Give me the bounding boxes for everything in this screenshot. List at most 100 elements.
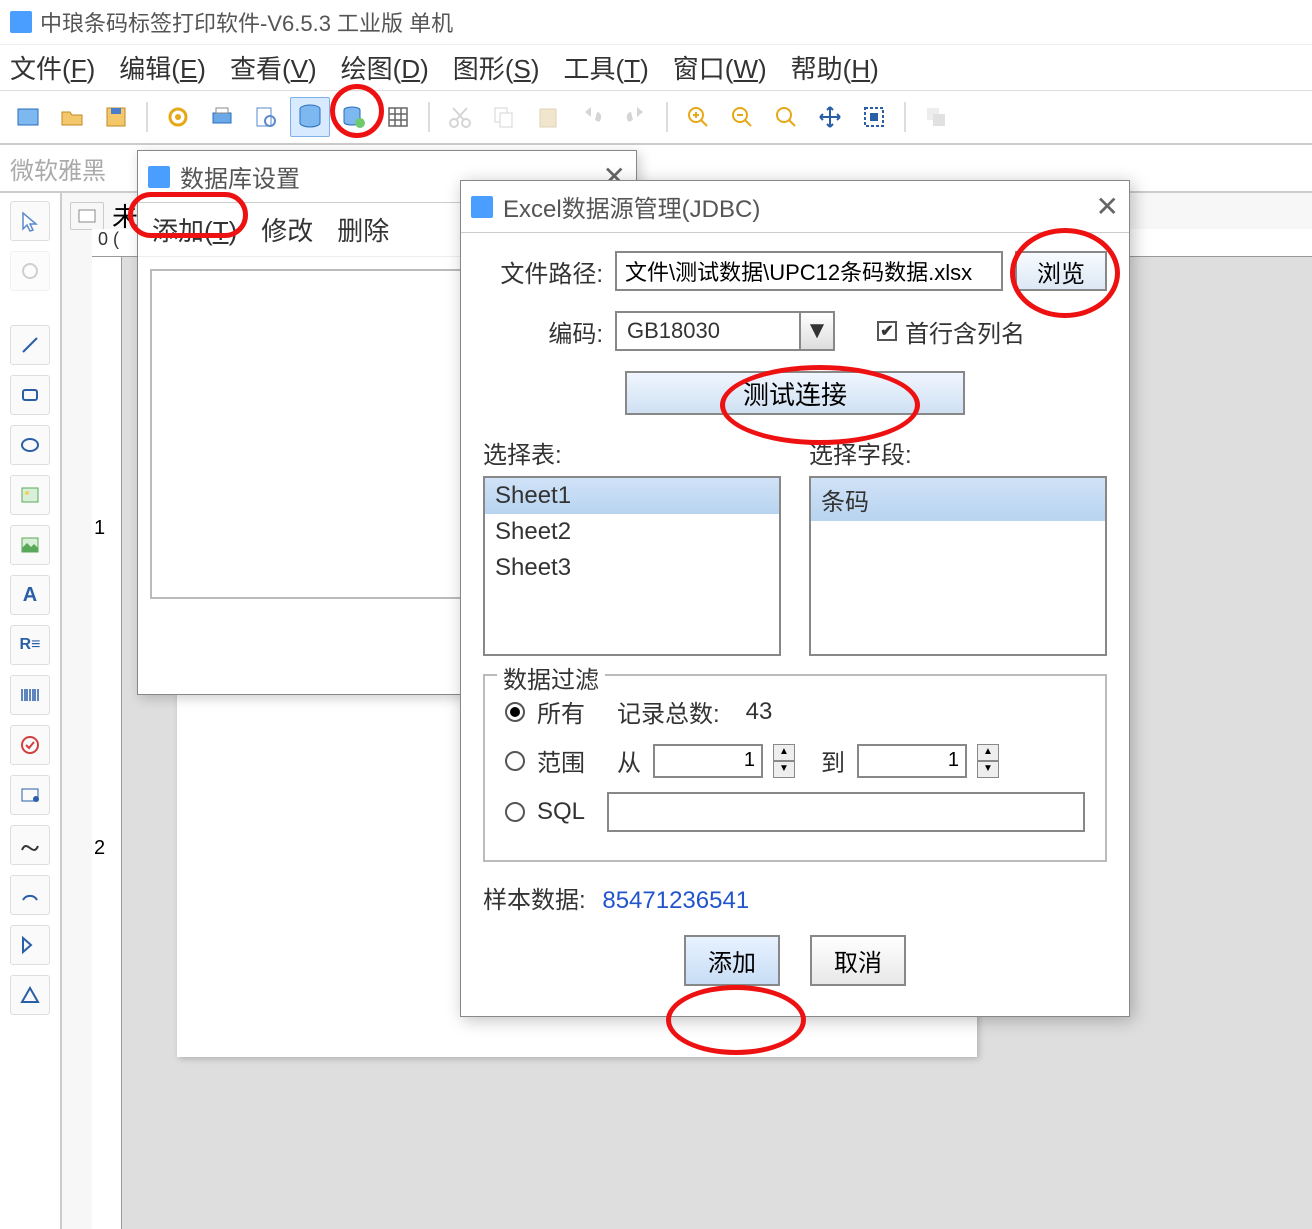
from-input[interactable]: [653, 744, 763, 778]
picture-tool-icon[interactable]: [10, 525, 50, 565]
list-item[interactable]: Sheet1: [485, 478, 779, 514]
list-item[interactable]: 条码: [811, 478, 1105, 521]
record-count-value: 43: [746, 698, 773, 726]
record-count-label: 记录总数:: [617, 694, 720, 729]
tab-icon[interactable]: [70, 202, 104, 230]
rect-tool-icon[interactable]: [10, 375, 50, 415]
db-add-button[interactable]: 添加(T): [152, 211, 237, 248]
richtext-tool-icon[interactable]: R≡: [10, 625, 50, 665]
to-label: 到: [821, 743, 845, 778]
rotate-tool-icon[interactable]: [10, 251, 50, 291]
excel-dialog-title: Excel数据源管理(JDBC): [503, 189, 760, 224]
redo-icon[interactable]: [616, 97, 656, 137]
filter-range-label: 范围: [537, 743, 585, 778]
excel-dialog-titlebar: Excel数据源管理(JDBC) ✕: [461, 181, 1129, 233]
excel-add-button[interactable]: 添加: [684, 935, 780, 986]
image-tool-icon[interactable]: [10, 475, 50, 515]
menu-help[interactable]: 帮助(H): [791, 49, 879, 86]
file-path-input[interactable]: [615, 251, 1003, 291]
app-icon: [10, 11, 32, 33]
line-tool-icon[interactable]: [10, 325, 50, 365]
menu-file[interactable]: 文件(F): [10, 49, 95, 86]
move-icon[interactable]: [810, 97, 850, 137]
open-icon[interactable]: [52, 97, 92, 137]
first-row-header-label: 首行含列名: [905, 314, 1025, 349]
encoding-select[interactable]: GB18030 ▼: [615, 311, 835, 351]
menu-draw[interactable]: 绘图(D): [341, 49, 429, 86]
table-listbox[interactable]: Sheet1 Sheet2 Sheet3: [483, 476, 781, 656]
filter-all-radio[interactable]: [505, 702, 525, 722]
main-toolbar: [0, 91, 1312, 145]
font-name-display[interactable]: 微软雅黑: [10, 151, 106, 186]
close-icon[interactable]: ✕: [1096, 190, 1119, 223]
dialog-icon: [148, 166, 170, 188]
sample-value: 85471236541: [602, 887, 749, 914]
menu-tool[interactable]: 工具(T): [564, 49, 649, 86]
file-path-label: 文件路径:: [483, 254, 603, 289]
table-tool-icon[interactable]: [10, 775, 50, 815]
curve-tool-icon[interactable]: [10, 825, 50, 865]
chevron-down-icon: ▼: [799, 313, 833, 349]
to-input[interactable]: [857, 744, 967, 778]
filter-legend: 数据过滤: [497, 660, 605, 695]
first-row-header-checkbox[interactable]: ✔: [877, 321, 897, 341]
filter-all-label: 所有: [537, 694, 585, 729]
paste-icon[interactable]: [528, 97, 568, 137]
left-tool-panel: A R≡: [0, 193, 62, 1229]
zoom-out-icon[interactable]: [722, 97, 762, 137]
zoom-in-icon[interactable]: [678, 97, 718, 137]
encoding-label: 编码:: [483, 314, 603, 349]
undo-icon[interactable]: [572, 97, 612, 137]
db-delete-button[interactable]: 删除: [337, 211, 389, 248]
gear-icon[interactable]: [158, 97, 198, 137]
excel-datasource-dialog: Excel数据源管理(JDBC) ✕ 文件路径: 浏览 编码: GB18030 …: [460, 180, 1130, 1017]
test-connection-button[interactable]: 测试连接: [625, 371, 965, 415]
print-icon[interactable]: [202, 97, 242, 137]
data-filter-fieldset: 数据过滤 所有 记录总数: 43 范围 从 ▲▼ 到 ▲▼ SQL: [483, 674, 1107, 862]
polygon-tool-icon[interactable]: [10, 925, 50, 965]
select-table-label: 选择表:: [483, 435, 781, 470]
db-dialog-title: 数据库设置: [180, 159, 300, 194]
save-icon[interactable]: [96, 97, 136, 137]
select-field-label: 选择字段:: [809, 435, 1107, 470]
select-tool-icon[interactable]: [10, 201, 50, 241]
preview-icon[interactable]: [246, 97, 286, 137]
filter-sql-radio[interactable]: [505, 802, 525, 822]
filter-range-radio[interactable]: [505, 751, 525, 771]
text-tool-icon[interactable]: A: [10, 575, 50, 615]
from-spinner[interactable]: ▲▼: [773, 744, 795, 778]
to-spinner[interactable]: ▲▼: [977, 744, 999, 778]
database-add-icon[interactable]: [334, 97, 374, 137]
barcode-tool-icon[interactable]: [10, 675, 50, 715]
zoom-fit-icon[interactable]: [766, 97, 806, 137]
filter-sql-label: SQL: [537, 798, 585, 826]
select-all-icon[interactable]: [854, 97, 894, 137]
db-modify-button[interactable]: 修改: [261, 211, 313, 248]
menu-window[interactable]: 窗口(W): [673, 49, 767, 86]
cut-icon[interactable]: [440, 97, 480, 137]
from-label: 从: [617, 743, 641, 778]
dialog-icon: [471, 196, 493, 218]
new-icon[interactable]: [8, 97, 48, 137]
triangle-tool-icon[interactable]: [10, 975, 50, 1015]
excel-cancel-button[interactable]: 取消: [810, 935, 906, 986]
encoding-value: GB18030: [617, 318, 799, 344]
sample-label: 样本数据:: [483, 887, 586, 914]
field-listbox[interactable]: 条码: [809, 476, 1107, 656]
menu-view[interactable]: 查看(V): [230, 49, 317, 86]
grid-icon[interactable]: [378, 97, 418, 137]
list-item[interactable]: Sheet3: [485, 550, 779, 586]
menu-graphic[interactable]: 图形(S): [453, 49, 540, 86]
menu-edit[interactable]: 编辑(E): [119, 49, 206, 86]
arc-tool-icon[interactable]: [10, 875, 50, 915]
database-icon[interactable]: [290, 97, 330, 137]
list-item[interactable]: Sheet2: [485, 514, 779, 550]
browse-button[interactable]: 浏览: [1015, 251, 1107, 291]
ellipse-tool-icon[interactable]: [10, 425, 50, 465]
sql-input[interactable]: [607, 792, 1085, 832]
layer-icon[interactable]: [916, 97, 956, 137]
window-titlebar: 中琅条码标签打印软件-V6.5.3 工业版 单机: [0, 0, 1312, 45]
window-title: 中琅条码标签打印软件-V6.5.3 工业版 单机: [40, 6, 453, 38]
qrcode-tool-icon[interactable]: [10, 725, 50, 765]
copy-icon[interactable]: [484, 97, 524, 137]
